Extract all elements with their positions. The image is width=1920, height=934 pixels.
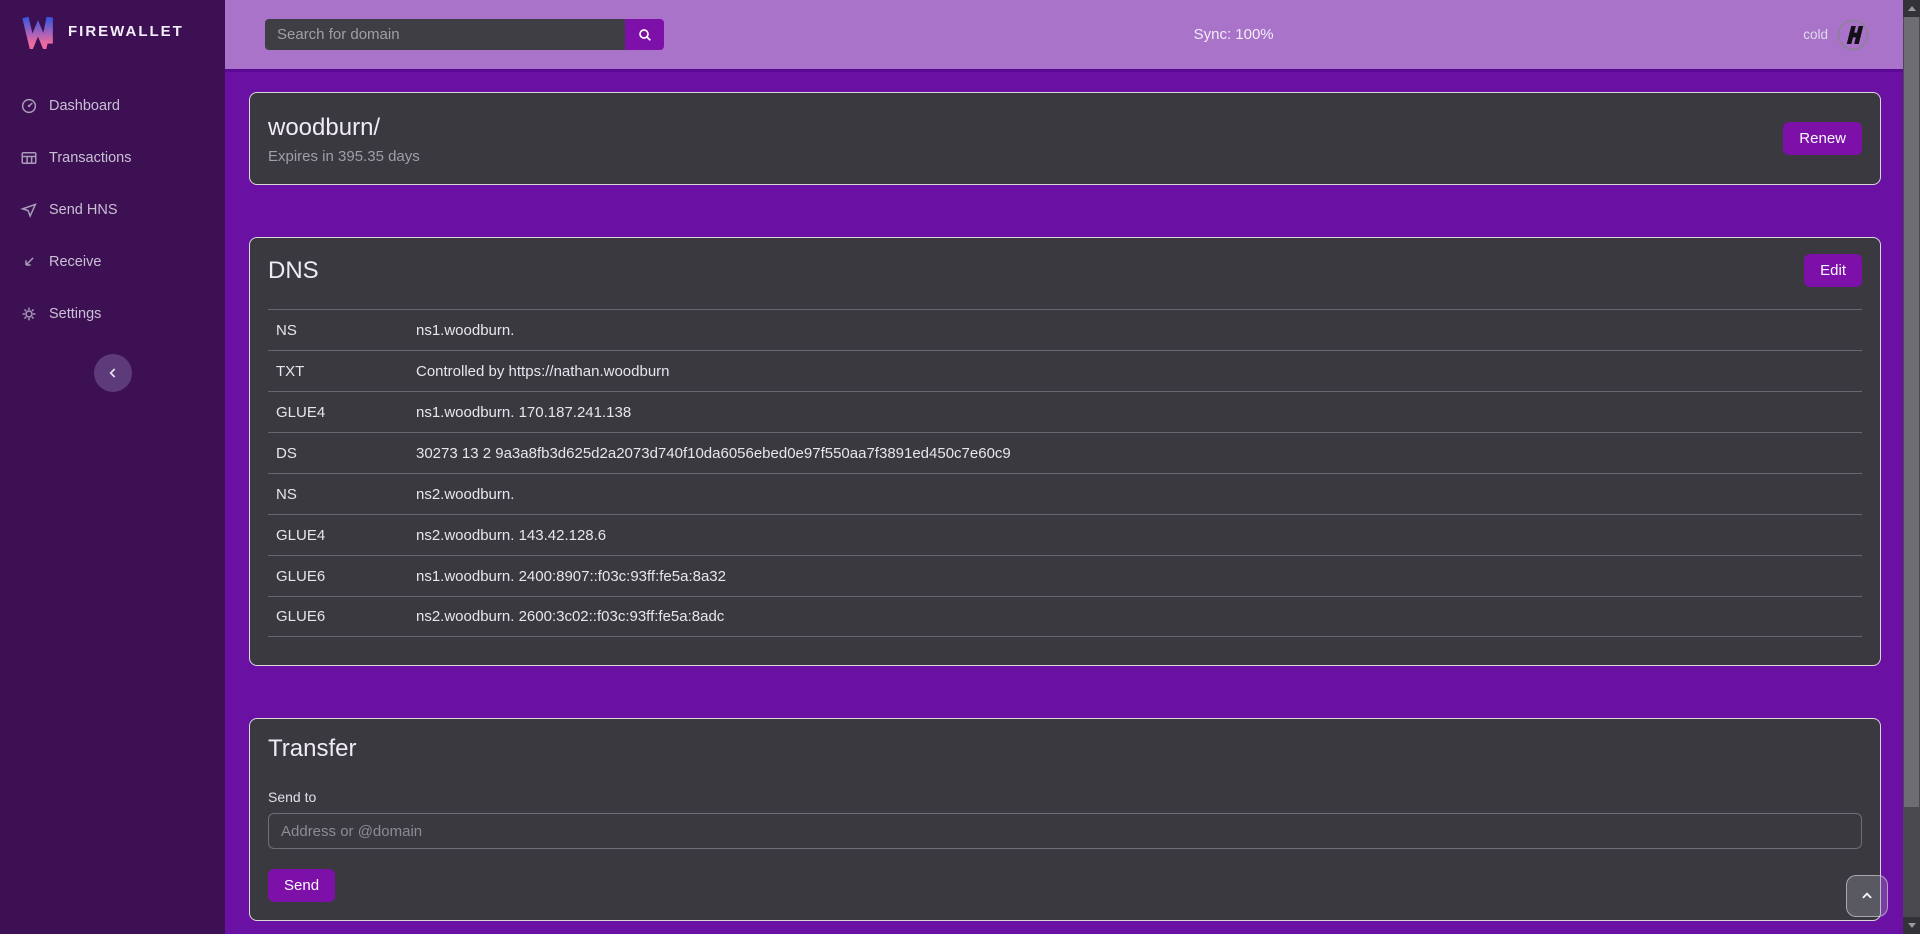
- sync-status: Sync: 100%: [1194, 26, 1274, 43]
- transactions-icon: [20, 149, 38, 167]
- sidebar-item-send-hns[interactable]: Send HNS: [0, 184, 225, 236]
- send-transfer-button[interactable]: Send: [268, 869, 335, 902]
- chevron-left-icon: [105, 365, 121, 381]
- dns-record-type: NS: [276, 322, 416, 339]
- sidebar: FIREWALLET Dashboard Transactions: [0, 0, 225, 934]
- dns-record-type: GLUE4: [276, 527, 416, 544]
- search-button[interactable]: [625, 19, 664, 50]
- dns-title: DNS: [268, 257, 319, 285]
- transfer-title: Transfer: [268, 735, 356, 763]
- sidebar-item-label: Transactions: [49, 150, 131, 166]
- dns-record-row: NS ns2.woodburn.: [268, 473, 1862, 514]
- firewallet-logo-icon: [20, 13, 56, 49]
- dns-record-row: DS 30273 13 2 9a3a8fb3d625d2a2073d740f10…: [268, 432, 1862, 473]
- dns-record-type: NS: [276, 486, 416, 503]
- dns-record-value: 30273 13 2 9a3a8fb3d625d2a2073d740f10da6…: [416, 445, 1011, 462]
- domain-expiry: Expires in 395.35 days: [268, 148, 420, 165]
- dns-record-type: GLUE6: [276, 608, 416, 625]
- sidebar-collapse-button[interactable]: [94, 354, 132, 392]
- scrollbar-thumb[interactable]: [1904, 17, 1919, 807]
- dns-record-row: GLUE4 ns1.woodburn. 170.187.241.138: [268, 391, 1862, 432]
- dns-card: DNS Edit NS ns1.woodburn. TXT Controlled…: [249, 237, 1881, 666]
- dns-record-type: GLUE6: [276, 568, 416, 585]
- topbar: Sync: 100% cold: [225, 0, 1903, 72]
- send-to-label: Send to: [268, 789, 1862, 805]
- receive-arrow-icon: [20, 253, 38, 271]
- gear-icon: [20, 305, 38, 323]
- search-icon: [637, 27, 653, 43]
- sidebar-item-label: Send HNS: [49, 202, 118, 218]
- dns-record-value: ns2.woodburn. 2600:3c02::f03c:93ff:fe5a:…: [416, 608, 724, 625]
- sidebar-item-label: Settings: [49, 306, 101, 322]
- app-window: FIREWALLET Dashboard Transactions: [0, 0, 1920, 934]
- dns-record-type: DS: [276, 445, 416, 462]
- domain-header-text: woodburn/ Expires in 395.35 days: [268, 113, 420, 165]
- scrollbar-down-arrow-icon[interactable]: [1903, 917, 1920, 934]
- search-input[interactable]: [265, 19, 625, 50]
- brand-name: FIREWALLET: [68, 23, 184, 40]
- dns-record-row: GLUE4 ns2.woodburn. 143.42.128.6: [268, 514, 1862, 555]
- vertical-scrollbar: [1903, 0, 1920, 934]
- domain-search: [265, 19, 664, 50]
- dns-record-row: TXT Controlled by https://nathan.woodbur…: [268, 350, 1862, 391]
- transfer-form: Send to Send: [250, 789, 1880, 920]
- domain-name: woodburn/: [268, 113, 420, 143]
- dns-card-header: DNS Edit: [250, 238, 1880, 287]
- transfer-card: Transfer Send to Send: [249, 718, 1881, 921]
- dns-record-row: GLUE6 ns2.woodburn. 2600:3c02::f03c:93ff…: [268, 596, 1862, 637]
- sidebar-nav: Dashboard Transactions Send HNS Rece: [0, 80, 225, 340]
- domain-header-card: woodburn/ Expires in 395.35 days Renew: [249, 92, 1881, 185]
- dns-record-value: ns2.woodburn.: [416, 486, 514, 503]
- page-content: woodburn/ Expires in 395.35 days Renew D…: [225, 72, 1903, 934]
- dns-record-value: ns1.woodburn.: [416, 322, 514, 339]
- sidebar-item-label: Receive: [49, 254, 101, 270]
- scroll-to-top-button[interactable]: [1846, 875, 1888, 917]
- renew-button[interactable]: Renew: [1783, 122, 1862, 155]
- sidebar-item-transactions[interactable]: Transactions: [0, 132, 225, 184]
- edit-dns-button[interactable]: Edit: [1804, 254, 1862, 287]
- dns-records-table: NS ns1.woodburn. TXT Controlled by https…: [250, 309, 1880, 637]
- send-icon: [20, 201, 38, 219]
- sidebar-item-settings[interactable]: Settings: [0, 288, 225, 340]
- sidebar-item-label: Dashboard: [49, 98, 120, 114]
- sidebar-item-receive[interactable]: Receive: [0, 236, 225, 288]
- dns-record-value: Controlled by https://nathan.woodburn: [416, 363, 670, 380]
- dashboard-icon: [20, 97, 38, 115]
- sidebar-item-dashboard[interactable]: Dashboard: [0, 80, 225, 132]
- dns-record-type: TXT: [276, 363, 416, 380]
- transfer-card-header: Transfer: [250, 719, 1880, 763]
- dns-record-value: ns1.woodburn. 170.187.241.138: [416, 404, 631, 421]
- handshake-logo-icon: [1837, 19, 1869, 51]
- dns-record-value: ns1.woodburn. 2400:8907::f03c:93ff:fe5a:…: [416, 568, 726, 585]
- scrollbar-up-arrow-icon[interactable]: [1903, 0, 1920, 17]
- dns-record-row: NS ns1.woodburn.: [268, 309, 1862, 350]
- transfer-address-input[interactable]: [268, 813, 1862, 849]
- wallet-name: cold: [1803, 27, 1828, 42]
- dns-record-type: GLUE4: [276, 404, 416, 421]
- dns-record-value: ns2.woodburn. 143.42.128.6: [416, 527, 606, 544]
- dns-record-row: GLUE6 ns1.woodburn. 2400:8907::f03c:93ff…: [268, 555, 1862, 596]
- wallet-selector[interactable]: cold: [1803, 19, 1869, 51]
- chevron-up-icon: [1858, 887, 1876, 905]
- main-column: Sync: 100% cold: [225, 0, 1903, 934]
- brand-logo: FIREWALLET: [0, 0, 225, 62]
